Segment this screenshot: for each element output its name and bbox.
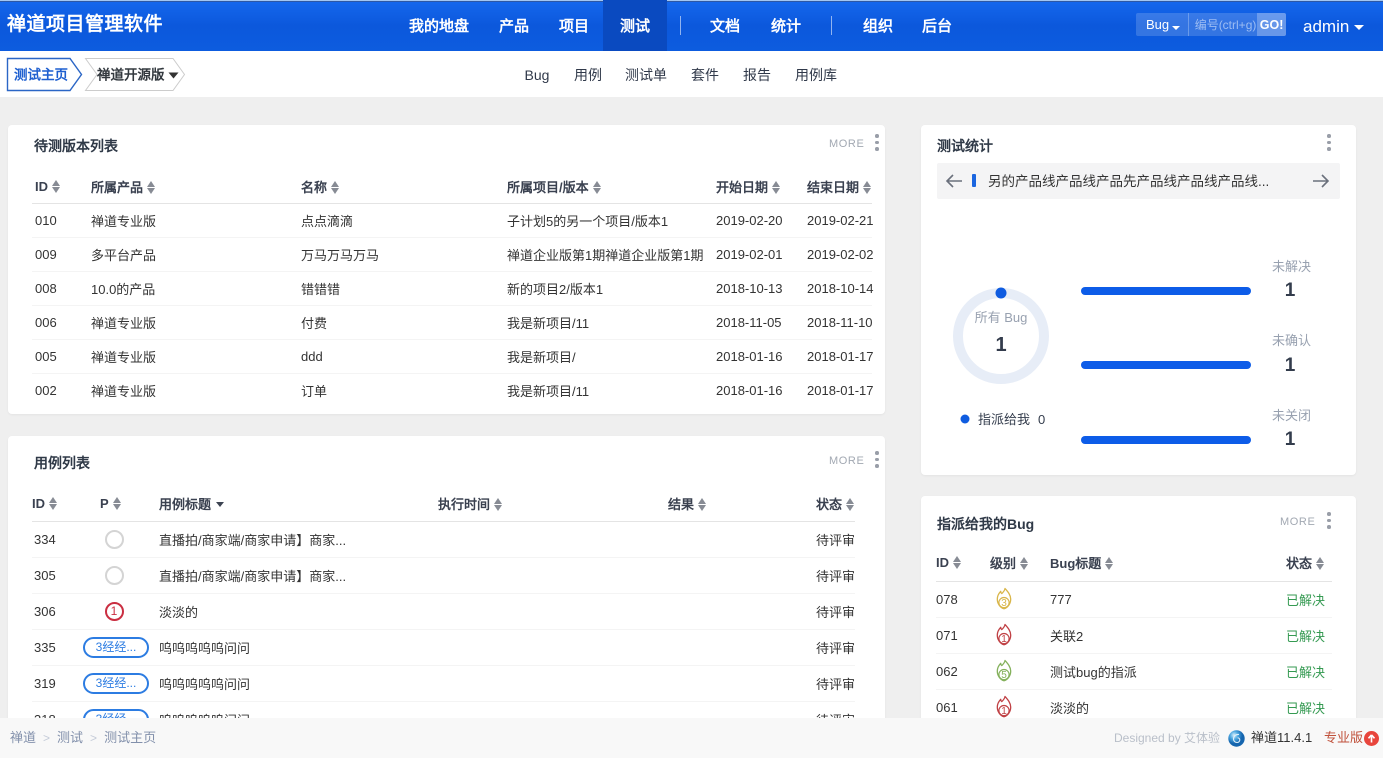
svg-text:1: 1 — [1001, 706, 1007, 717]
svg-text:5: 5 — [1001, 670, 1007, 681]
svg-text:1: 1 — [995, 334, 1006, 356]
svg-text:禅道开源版: 禅道开源版 — [96, 67, 165, 83]
svg-text:1: 1 — [1001, 634, 1007, 645]
svg-text:所有 Bug: 所有 Bug — [975, 310, 1028, 325]
svg-text:未确认: 未确认 — [1272, 333, 1311, 348]
svg-text:1: 1 — [1285, 280, 1296, 301]
svg-text:测试主页: 测试主页 — [14, 67, 68, 83]
svg-text:3: 3 — [1001, 598, 1007, 609]
svg-text:指派给我: 指派给我 — [978, 412, 1030, 427]
svg-text:未关闭: 未关闭 — [1272, 408, 1311, 423]
svg-text:1: 1 — [1285, 429, 1296, 450]
svg-text:未解决: 未解决 — [1272, 259, 1311, 274]
svg-text:1: 1 — [1285, 355, 1296, 376]
svg-text:0: 0 — [1038, 412, 1045, 427]
